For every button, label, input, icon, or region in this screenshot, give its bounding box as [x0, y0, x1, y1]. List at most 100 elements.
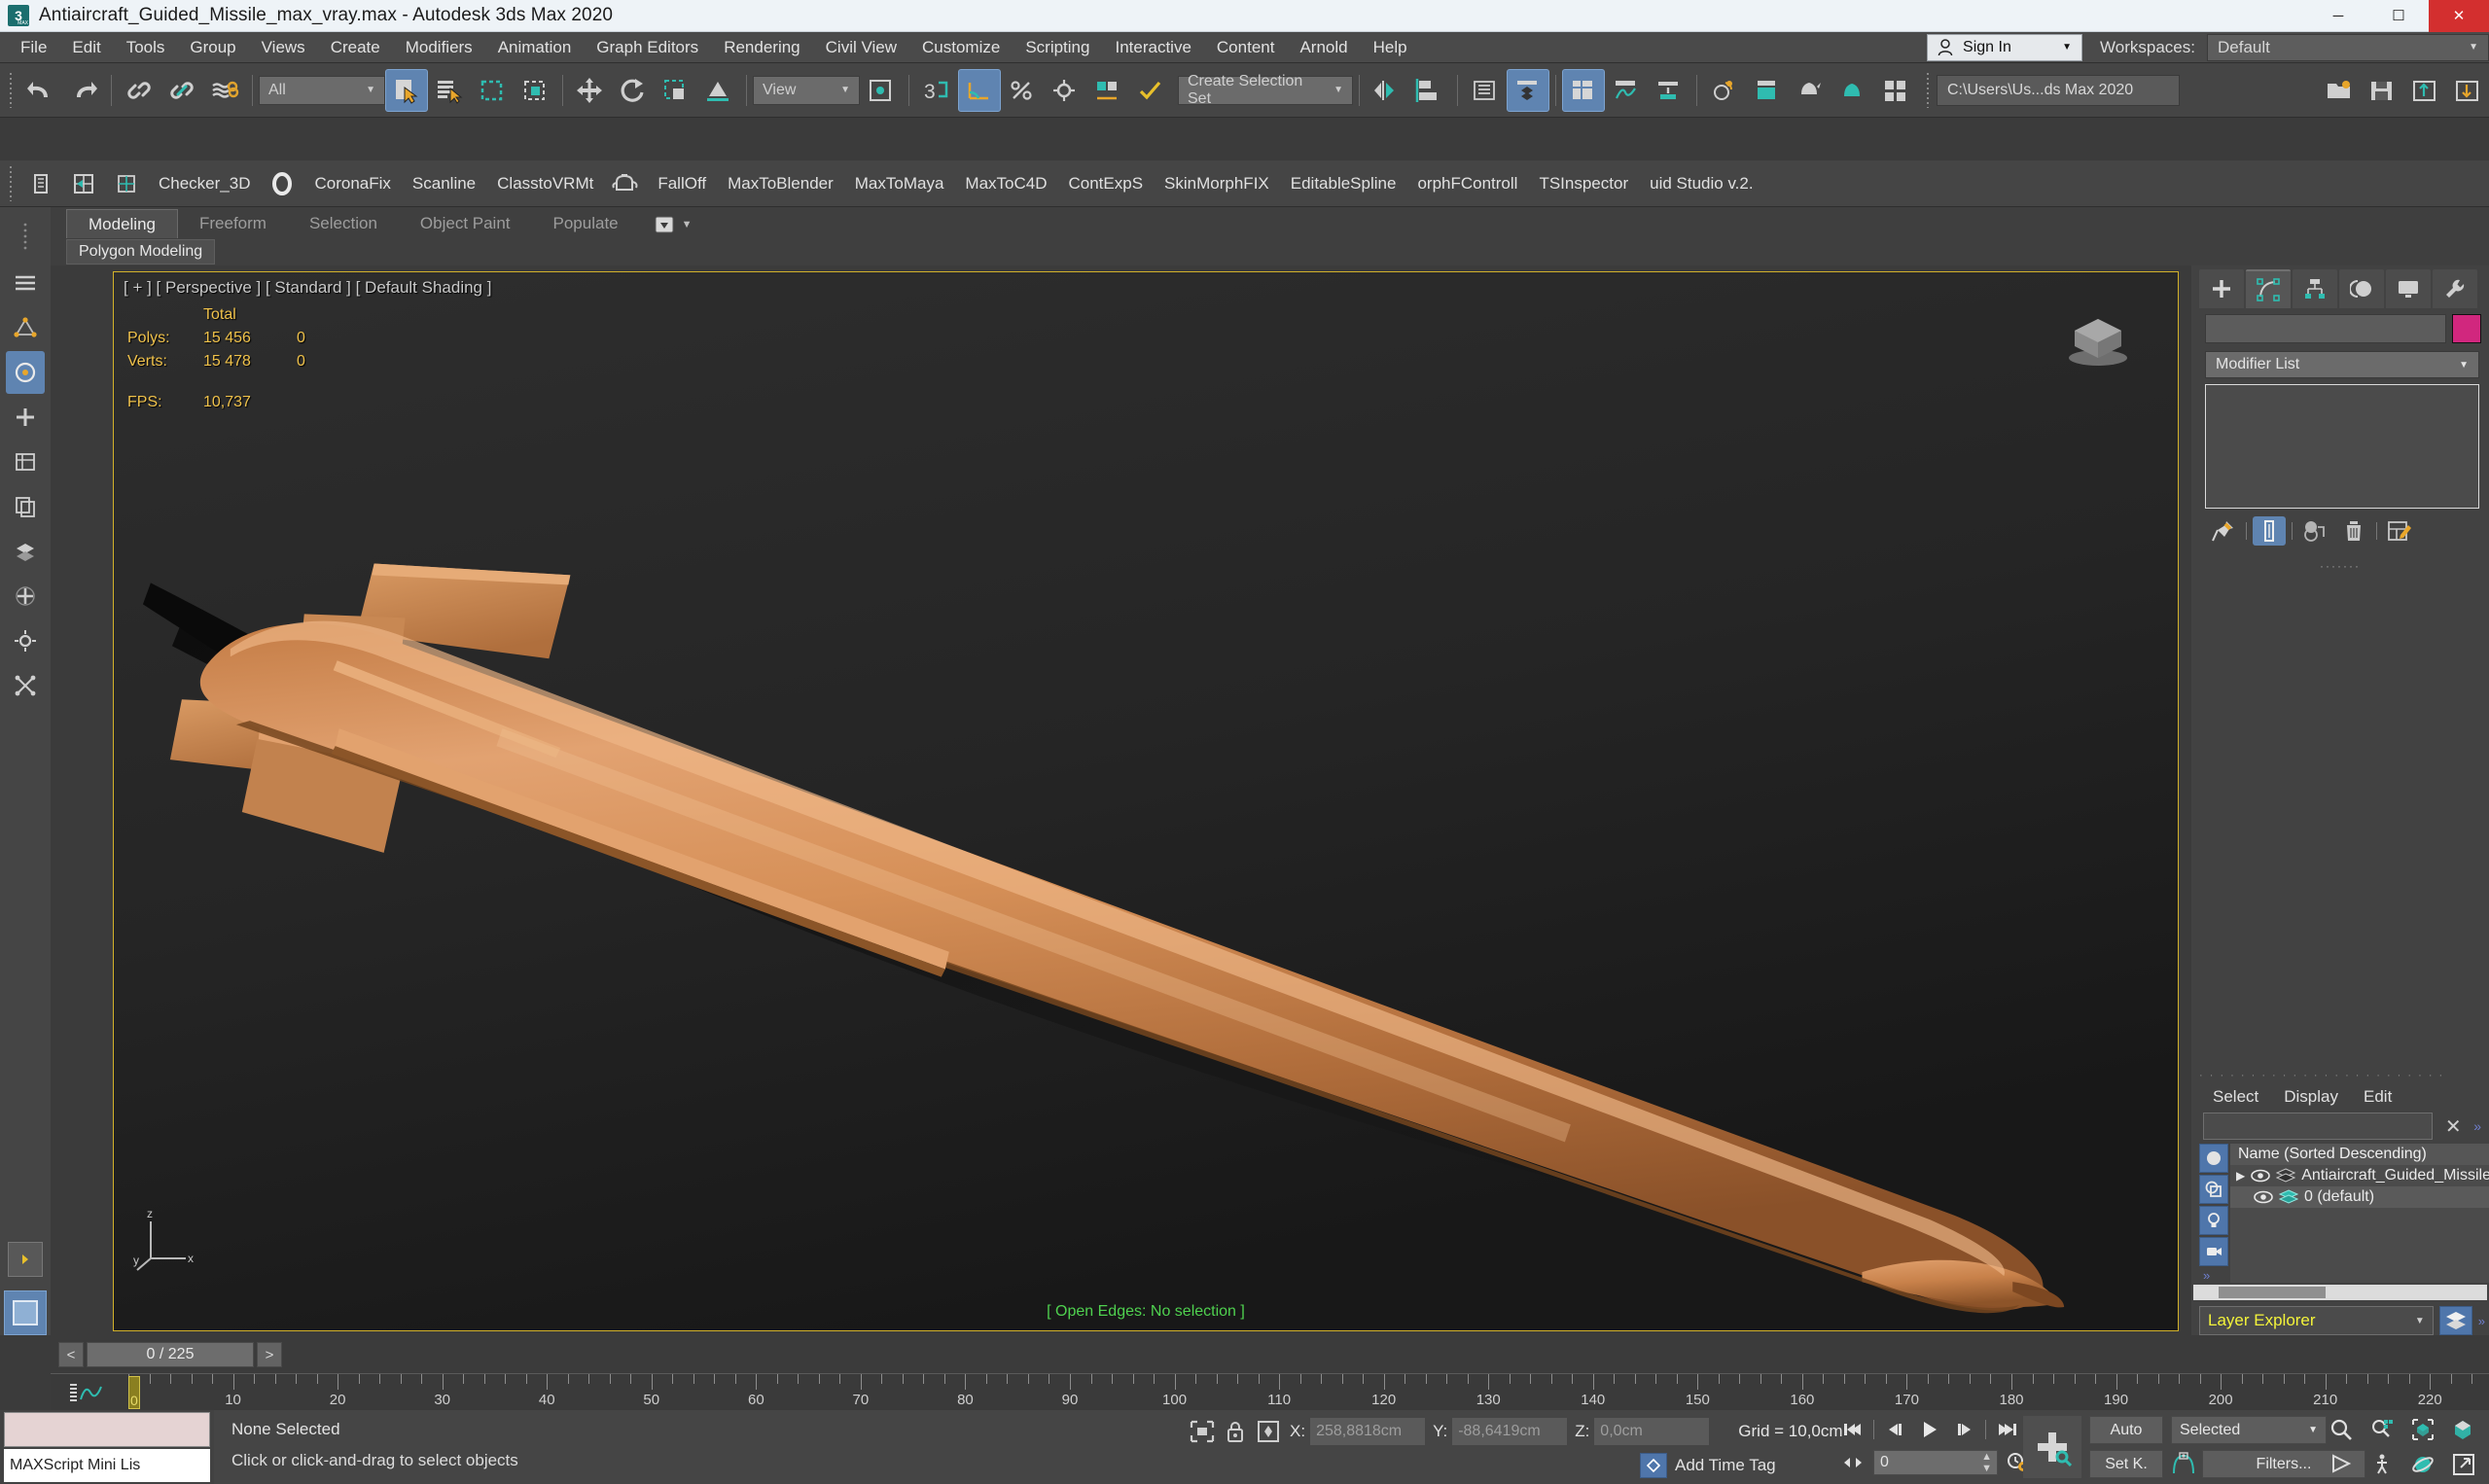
ribbon-tab-modeling[interactable]: Modeling: [66, 209, 178, 238]
frame-counter[interactable]: 0 / 225: [87, 1342, 254, 1367]
coord-y-field[interactable]: -88,6419cm: [1452, 1418, 1568, 1445]
reference-coordinate-select[interactable]: View ▼: [753, 75, 860, 105]
check-icon[interactable]: [1129, 69, 1172, 112]
bind-space-warp-icon[interactable]: [203, 69, 246, 112]
explorer-horizontal-scrollbar[interactable]: [2193, 1285, 2487, 1300]
copy-icon[interactable]: [6, 485, 45, 528]
sign-in-button[interactable]: Sign In ▼: [1927, 33, 2083, 61]
auto-key-button[interactable]: Auto: [2089, 1416, 2163, 1444]
polygon-modeling-panel-label[interactable]: Polygon Modeling: [66, 239, 216, 265]
display-tab[interactable]: [2386, 269, 2431, 308]
spinner-icon[interactable]: ▲ ▼: [1981, 1451, 1997, 1474]
coord-y[interactable]: Y: -88,6419cm: [1433, 1418, 1568, 1445]
left-grip-icon[interactable]: [6, 217, 45, 260]
explorer-mode-select[interactable]: Layer Explorer ▼: [2199, 1306, 2434, 1335]
select-link-icon[interactable]: [118, 69, 160, 112]
plugin-scanline[interactable]: Scanline: [402, 174, 486, 194]
maximize-button[interactable]: ☐: [2368, 0, 2429, 32]
ribbon-tab-populate[interactable]: Populate: [532, 209, 640, 238]
pin-stack-icon[interactable]: [2207, 516, 2240, 546]
layers-icon[interactable]: [6, 530, 45, 573]
spinner-snap-icon[interactable]: [1044, 69, 1086, 112]
create-selection-set-input[interactable]: Create Selection Set ▼: [1178, 73, 1353, 107]
filter-cameras-icon[interactable]: [2199, 1237, 2228, 1266]
plugin-quid-studio[interactable]: uid Studio v.2.: [1639, 174, 1763, 194]
menu-item-help[interactable]: Help: [1361, 32, 1420, 63]
key-mode-select[interactable]: Selected ▼: [2171, 1416, 2327, 1444]
close-button[interactable]: ✕: [2429, 0, 2489, 32]
select-scale-icon[interactable]: [655, 69, 697, 112]
angle-snap-icon[interactable]: [958, 68, 1001, 112]
walkthrough-icon[interactable]: [2366, 1451, 2398, 1478]
pivot-align-icon[interactable]: [105, 162, 148, 205]
utilities-tab[interactable]: [2433, 269, 2477, 308]
viewcube-icon[interactable]: [2059, 298, 2137, 371]
plugin-classtovrmt[interactable]: ClasstoVRMt: [486, 174, 604, 194]
expander-icon[interactable]: ▶: [2236, 1169, 2245, 1183]
menu-item-group[interactable]: Group: [177, 32, 248, 63]
explorer-grip[interactable]: · · · · · · · · · · · · · · · · · · · · …: [2191, 1068, 2489, 1081]
rectangular-region-icon[interactable]: [471, 69, 514, 112]
panel-resize-grip[interactable]: ·······: [2191, 559, 2489, 573]
zoom-region-icon[interactable]: [2448, 1416, 2479, 1443]
maxscript-output-pane[interactable]: [4, 1412, 210, 1447]
motion-tab[interactable]: [2339, 269, 2384, 308]
explorer-more-icon[interactable]: »: [2199, 1268, 2228, 1283]
coord-x[interactable]: X: 258,8818cm: [1290, 1418, 1426, 1445]
mirror-icon[interactable]: [1366, 69, 1408, 112]
zoom-extents-icon[interactable]: [2407, 1416, 2438, 1443]
explorer-expand-icon[interactable]: »: [2473, 1118, 2481, 1134]
selected-tool-icon[interactable]: [6, 351, 45, 394]
snapshot-icon[interactable]: [19, 162, 62, 205]
menu-item-content[interactable]: Content: [1204, 32, 1288, 63]
ribbon-tab-selection[interactable]: Selection: [288, 209, 399, 238]
menu-item-tools[interactable]: Tools: [114, 32, 178, 63]
plus-node-icon[interactable]: [6, 575, 45, 618]
redo-icon[interactable]: [62, 69, 105, 112]
viewport-label[interactable]: [ + ] [ Perspective ] [ Standard ] [ Def…: [124, 278, 491, 298]
schematic-view-icon[interactable]: [1648, 69, 1690, 112]
next-frame-button[interactable]: [1950, 1416, 1979, 1443]
key-mode-toggle-icon[interactable]: [1838, 1449, 1867, 1476]
corona-ring-icon[interactable]: [262, 162, 304, 205]
ribbon-toggle-icon[interactable]: [1562, 68, 1605, 112]
play-button[interactable]: [1915, 1416, 1944, 1443]
menu-item-edit[interactable]: Edit: [59, 32, 113, 63]
menu-item-animation[interactable]: Animation: [485, 32, 585, 63]
add-icon[interactable]: [6, 396, 45, 439]
ribbon-overflow[interactable]: ▼: [654, 215, 693, 238]
plugin-checker-3d[interactable]: Checker_3D: [148, 174, 262, 194]
toolbar-grip[interactable]: [7, 72, 15, 108]
toggle-layer-explorer-button[interactable]: [2438, 1306, 2472, 1335]
explorer-menu-select[interactable]: Select: [2213, 1087, 2258, 1107]
percent-snap-icon[interactable]: [1001, 69, 1044, 112]
current-frame-input[interactable]: 0 ▲ ▼: [1873, 1450, 1998, 1475]
layer-explorer-icon[interactable]: [1464, 69, 1507, 112]
import-icon[interactable]: [2446, 69, 2489, 112]
sub-object-levels-icon[interactable]: [6, 262, 45, 304]
configure-sets-icon[interactable]: [2383, 516, 2416, 546]
plugin-maxtoblender[interactable]: MaxToBlender: [717, 174, 844, 194]
eye-icon[interactable]: [2254, 1190, 2273, 1204]
menu-item-interactive[interactable]: Interactive: [1102, 32, 1203, 63]
viewport-layout-icon[interactable]: [4, 1290, 47, 1335]
default-tangent-icon[interactable]: [2171, 1451, 2196, 1477]
minimize-button[interactable]: ─: [2308, 0, 2368, 32]
add-time-tag[interactable]: Add Time Tag: [1640, 1453, 1776, 1478]
plugin-falloff[interactable]: FallOff: [647, 174, 717, 194]
eye-icon[interactable]: [2251, 1169, 2271, 1183]
select-by-name-icon[interactable]: [428, 69, 471, 112]
maximize-viewport-icon[interactable]: [2448, 1451, 2479, 1478]
ribbon-tab-object-paint[interactable]: Object Paint: [399, 209, 532, 238]
render-production-icon[interactable]: [1831, 69, 1874, 112]
set-key-toggle-button[interactable]: Set K.: [2089, 1450, 2163, 1478]
go-to-end-button[interactable]: [1992, 1416, 2021, 1443]
export-icon[interactable]: [2403, 69, 2446, 112]
ribbon-tab-freeform[interactable]: Freeform: [178, 209, 288, 238]
plugin-tsinspector[interactable]: TSInspector: [1528, 174, 1639, 194]
menu-item-arnold[interactable]: Arnold: [1287, 32, 1360, 63]
menu-item-modifiers[interactable]: Modifiers: [393, 32, 485, 63]
next-frame-button[interactable]: >: [257, 1342, 282, 1367]
render-frame-window-icon[interactable]: [1789, 69, 1831, 112]
explorer-menu-display[interactable]: Display: [2284, 1087, 2338, 1107]
